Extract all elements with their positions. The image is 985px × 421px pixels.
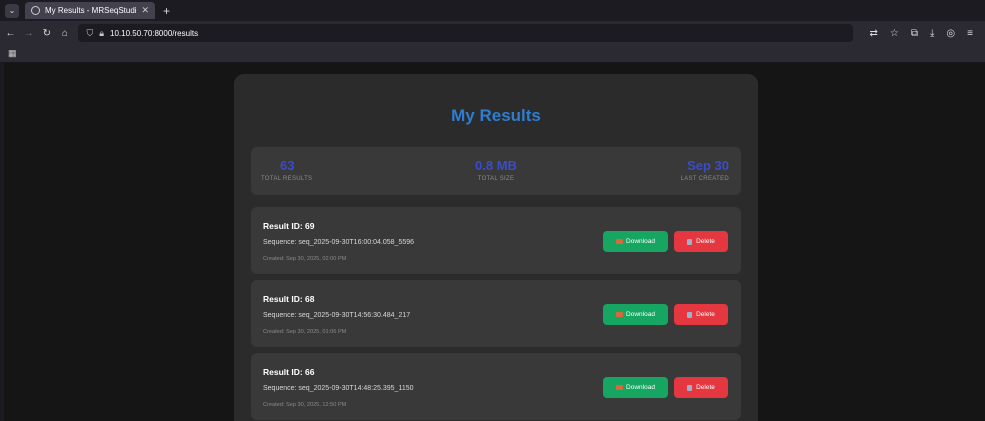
delete-label: Delete — [696, 238, 715, 245]
tab-strip: ⌄ My Results - MRSeqStudio ✕ + — [0, 0, 985, 21]
stat-last-created: Sep 30 LAST CREATED — [681, 158, 729, 182]
result-id: Result ID: 68 — [263, 294, 315, 304]
tab-title: My Results - MRSeqStudio — [45, 6, 138, 15]
close-tab-icon[interactable]: ✕ — [141, 5, 149, 16]
download-label: Download — [626, 384, 655, 391]
delete-label: Delete — [696, 384, 715, 391]
stat-value: 0.8 MB — [475, 158, 517, 173]
result-sequence: Sequence: seq_2025-09-30T16:00:04.058_55… — [263, 239, 415, 246]
star-icon[interactable]: ☆ — [890, 28, 899, 39]
download-button[interactable]: Download — [603, 304, 668, 325]
delete-label: Delete — [696, 311, 715, 318]
stats-panel: 63 TOTAL RESULTS 0.8 MB TOTAL SIZE Sep 3… — [251, 147, 741, 195]
extensions-icon[interactable]: ⧉ — [911, 28, 918, 39]
page-title: My Results — [451, 106, 541, 125]
result-created: Created: Sep 30, 2025, 02:00 PM — [263, 256, 347, 262]
active-tab[interactable]: My Results - MRSeqStudio ✕ — [25, 2, 155, 19]
stat-label: TOTAL RESULTS — [261, 176, 313, 182]
delete-button[interactable]: Delete — [674, 304, 728, 325]
result-id: Result ID: 69 — [263, 221, 315, 231]
download-label: Download — [626, 238, 655, 245]
results-card: My Results 63 TOTAL RESULTS 0.8 MB TOTAL… — [234, 74, 758, 421]
new-tab-icon[interactable]: + — [163, 4, 170, 18]
tab-list-icon[interactable]: ⌄ — [5, 3, 19, 18]
navigation-toolbar: ← → ↻ ⌂ ⛉ 🔒︎ 10.10.50.70:8000/results ⇄ … — [0, 21, 985, 45]
url-text[interactable]: 10.10.50.70:8000/results — [110, 29, 198, 38]
download-icon — [616, 239, 624, 244]
trash-icon — [687, 384, 693, 391]
url-bar[interactable]: ⛉ 🔒︎ 10.10.50.70:8000/results — [78, 24, 854, 42]
stat-total-results: 63 TOTAL RESULTS — [261, 158, 312, 182]
delete-button[interactable]: Delete — [674, 231, 728, 252]
result-item: Result ID: 66 Sequence: seq_2025-09-30T1… — [251, 353, 741, 420]
favicon-icon — [31, 6, 40, 15]
download-button[interactable]: Download — [603, 231, 668, 252]
trash-icon — [687, 238, 693, 245]
stat-label: LAST CREATED — [680, 176, 729, 182]
result-sequence: Sequence: seq_2025-09-30T14:48:25.395_11… — [263, 385, 414, 392]
result-created: Created: Sep 30, 2025, 12:50 PM — [263, 402, 347, 408]
stat-value: 63 — [280, 158, 295, 173]
shield-icon[interactable]: ⛉ — [86, 28, 93, 39]
result-item: Result ID: 69 Sequence: seq_2025-09-30T1… — [251, 207, 741, 274]
trash-icon — [687, 311, 693, 318]
result-sequence: Sequence: seq_2025-09-30T14:56:30.484_21… — [263, 312, 411, 319]
stat-value: Sep 30 — [687, 158, 729, 173]
result-item: Result ID: 68 Sequence: seq_2025-09-30T1… — [251, 280, 741, 347]
result-id: Result ID: 66 — [263, 367, 315, 377]
download-icon — [616, 312, 624, 317]
download-button[interactable]: Download — [603, 377, 668, 398]
page-viewport: My Results 63 TOTAL RESULTS 0.8 MB TOTAL… — [4, 63, 985, 421]
account-icon[interactable]: ◎ — [946, 28, 955, 39]
download-label: Download — [626, 311, 655, 318]
menu-icon[interactable]: ≡ — [967, 28, 973, 39]
download-icon — [616, 385, 624, 390]
forward-icon[interactable]: → — [21, 28, 36, 39]
download-icon[interactable]: ⤓ — [930, 28, 934, 39]
home-icon[interactable]: ⌂ — [57, 28, 72, 39]
reload-icon[interactable]: ↻ — [39, 28, 54, 39]
result-created: Created: Sep 30, 2025, 01:06 PM — [263, 329, 347, 335]
bookmarks-bar: ▦ — [0, 45, 985, 63]
back-icon[interactable]: ← — [3, 28, 18, 39]
apps-icon[interactable]: ▦ — [8, 48, 17, 59]
stat-total-size: 0.8 MB TOTAL SIZE — [451, 158, 541, 182]
stat-label: TOTAL SIZE — [477, 176, 515, 182]
delete-button[interactable]: Delete — [674, 377, 728, 398]
translate-icon[interactable]: ⇄ — [869, 28, 877, 39]
lock-icon[interactable]: 🔒︎ — [99, 28, 104, 39]
